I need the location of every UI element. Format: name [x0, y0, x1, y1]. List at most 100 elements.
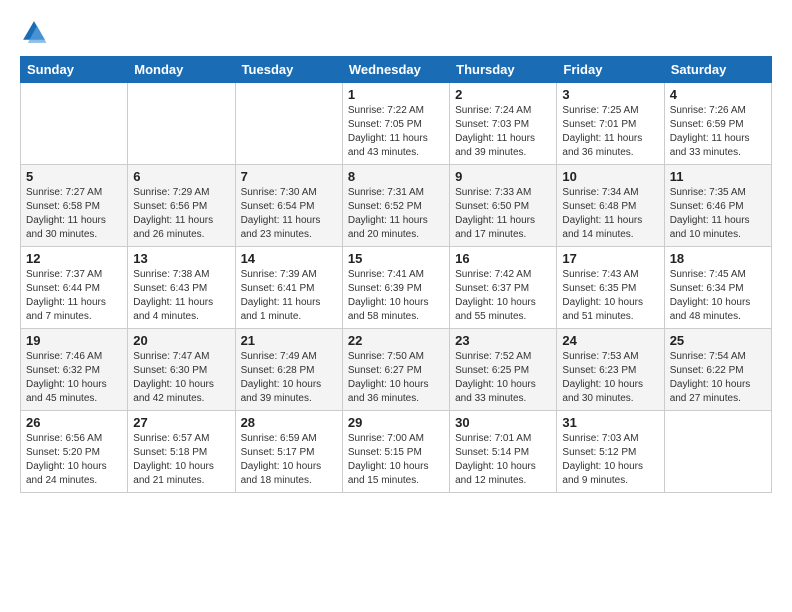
day-cell: 6Sunrise: 7:29 AM Sunset: 6:56 PM Daylig… — [128, 165, 235, 247]
day-info: Sunrise: 7:31 AM Sunset: 6:52 PM Dayligh… — [348, 186, 444, 242]
day-info: Sunrise: 7:53 AM Sunset: 6:23 PM Dayligh… — [562, 350, 658, 406]
day-info: Sunrise: 7:46 AM Sunset: 6:32 PM Dayligh… — [26, 350, 122, 406]
day-number: 2 — [455, 87, 551, 102]
week-row-1: 1 Sunrise: 7:22 AM Sunset: 7:05 PM Daylig… — [21, 83, 772, 165]
day-cell: 26 Sunrise: 6:56 AM Sunset: 5:20 PM Dayli… — [21, 411, 128, 493]
day-cell — [21, 83, 128, 165]
day-number: 25 — [670, 333, 766, 348]
day-info: Sunrise: 7:52 AM Sunset: 6:25 PM Dayligh… — [455, 350, 551, 406]
day-number: 23 — [455, 333, 551, 348]
day-info: Sunrise: 7:54 AM Sunset: 6:22 PM Dayligh… — [670, 350, 766, 406]
calendar-table: SundayMondayTuesdayWednesdayThursdayFrid… — [20, 56, 772, 493]
day-cell: 11 Sunrise: 7:35 AM Sunset: 6:46 PM Dayli… — [664, 165, 771, 247]
day-cell: 25 Sunrise: 7:54 AM Sunset: 6:22 PM Dayli… — [664, 329, 771, 411]
day-number: 18 — [670, 251, 766, 266]
day-info: Sunrise: 7:27 AM Sunset: 6:58 PM Dayligh… — [26, 186, 122, 242]
weekday-header-wednesday: Wednesday — [342, 57, 449, 83]
day-number: 3 — [562, 87, 658, 102]
day-number: 6 — [133, 169, 229, 184]
day-number: 30 — [455, 415, 551, 430]
day-cell: 29 Sunrise: 7:00 AM Sunset: 5:15 PM Dayli… — [342, 411, 449, 493]
day-cell: 2 Sunrise: 7:24 AM Sunset: 7:03 PM Daylig… — [450, 83, 557, 165]
weekday-header-sunday: Sunday — [21, 57, 128, 83]
day-cell: 8 Sunrise: 7:31 AM Sunset: 6:52 PM Daylig… — [342, 165, 449, 247]
day-number: 13 — [133, 251, 229, 266]
day-cell — [664, 411, 771, 493]
day-cell: 12Sunrise: 7:37 AM Sunset: 6:44 PM Dayli… — [21, 247, 128, 329]
day-number: 14 — [241, 251, 337, 266]
day-info: Sunrise: 6:56 AM Sunset: 5:20 PM Dayligh… — [26, 432, 122, 488]
day-info: Sunrise: 7:30 AM Sunset: 6:54 PM Dayligh… — [241, 186, 337, 242]
day-info: Sunrise: 7:22 AM Sunset: 7:05 PM Dayligh… — [348, 104, 444, 160]
day-number: 24 — [562, 333, 658, 348]
day-cell: 7 Sunrise: 7:30 AM Sunset: 6:54 PM Daylig… — [235, 165, 342, 247]
day-info: Sunrise: 7:47 AM Sunset: 6:30 PM Dayligh… — [133, 350, 229, 406]
day-info: Sunrise: 7:33 AM Sunset: 6:50 PM Dayligh… — [455, 186, 551, 242]
day-number: 11 — [670, 169, 766, 184]
weekday-header-monday: Monday — [128, 57, 235, 83]
day-number: 29 — [348, 415, 444, 430]
day-cell: 14 Sunrise: 7:39 AM Sunset: 6:41 PM Dayli… — [235, 247, 342, 329]
day-info: Sunrise: 7:35 AM Sunset: 6:46 PM Dayligh… — [670, 186, 766, 242]
day-number: 1 — [348, 87, 444, 102]
day-number: 5 — [26, 169, 122, 184]
day-cell: 20 Sunrise: 7:47 AM Sunset: 6:30 PM Dayli… — [128, 329, 235, 411]
day-cell: 21 Sunrise: 7:49 AM Sunset: 6:28 PM Dayli… — [235, 329, 342, 411]
day-info: Sunrise: 7:34 AM Sunset: 6:48 PM Dayligh… — [562, 186, 658, 242]
day-info: Sunrise: 6:59 AM Sunset: 5:17 PM Dayligh… — [241, 432, 337, 488]
weekday-header-saturday: Saturday — [664, 57, 771, 83]
day-cell: 5 Sunrise: 7:27 AM Sunset: 6:58 PM Daylig… — [21, 165, 128, 247]
day-info: Sunrise: 6:57 AM Sunset: 5:18 PM Dayligh… — [133, 432, 229, 488]
day-number: 7 — [241, 169, 337, 184]
day-info: Sunrise: 7:01 AM Sunset: 5:14 PM Dayligh… — [455, 432, 551, 488]
day-number: 28 — [241, 415, 337, 430]
day-number: 4 — [670, 87, 766, 102]
day-info: Sunrise: 7:43 AM Sunset: 6:35 PM Dayligh… — [562, 268, 658, 324]
day-cell: 28 Sunrise: 6:59 AM Sunset: 5:17 PM Dayli… — [235, 411, 342, 493]
day-info: Sunrise: 7:24 AM Sunset: 7:03 PM Dayligh… — [455, 104, 551, 160]
header — [20, 18, 772, 46]
day-info: Sunrise: 7:25 AM Sunset: 7:01 PM Dayligh… — [562, 104, 658, 160]
day-info: Sunrise: 7:26 AM Sunset: 6:59 PM Dayligh… — [670, 104, 766, 160]
day-number: 21 — [241, 333, 337, 348]
day-number: 20 — [133, 333, 229, 348]
day-number: 10 — [562, 169, 658, 184]
day-cell: 19Sunrise: 7:46 AM Sunset: 6:32 PM Dayli… — [21, 329, 128, 411]
day-number: 17 — [562, 251, 658, 266]
weekday-header-tuesday: Tuesday — [235, 57, 342, 83]
day-info: Sunrise: 7:37 AM Sunset: 6:44 PM Dayligh… — [26, 268, 122, 324]
day-number: 31 — [562, 415, 658, 430]
day-number: 22 — [348, 333, 444, 348]
week-row-5: 26 Sunrise: 6:56 AM Sunset: 5:20 PM Dayli… — [21, 411, 772, 493]
day-cell: 13 Sunrise: 7:38 AM Sunset: 6:43 PM Dayli… — [128, 247, 235, 329]
day-info: Sunrise: 7:45 AM Sunset: 6:34 PM Dayligh… — [670, 268, 766, 324]
week-row-2: 5 Sunrise: 7:27 AM Sunset: 6:58 PM Daylig… — [21, 165, 772, 247]
day-cell: 30 Sunrise: 7:01 AM Sunset: 5:14 PM Dayli… — [450, 411, 557, 493]
day-number: 16 — [455, 251, 551, 266]
day-cell: 16 Sunrise: 7:42 AM Sunset: 6:37 PM Dayli… — [450, 247, 557, 329]
day-info: Sunrise: 7:41 AM Sunset: 6:39 PM Dayligh… — [348, 268, 444, 324]
day-info: Sunrise: 7:00 AM Sunset: 5:15 PM Dayligh… — [348, 432, 444, 488]
day-cell: 17 Sunrise: 7:43 AM Sunset: 6:35 PM Dayli… — [557, 247, 664, 329]
day-cell: 23 Sunrise: 7:52 AM Sunset: 6:25 PM Dayli… — [450, 329, 557, 411]
day-cell — [235, 83, 342, 165]
day-info: Sunrise: 7:50 AM Sunset: 6:27 PM Dayligh… — [348, 350, 444, 406]
day-info: Sunrise: 7:42 AM Sunset: 6:37 PM Dayligh… — [455, 268, 551, 324]
day-cell: 9Sunrise: 7:33 AM Sunset: 6:50 PM Daylig… — [450, 165, 557, 247]
day-number: 8 — [348, 169, 444, 184]
weekday-header-row: SundayMondayTuesdayWednesdayThursdayFrid… — [21, 57, 772, 83]
day-info: Sunrise: 7:38 AM Sunset: 6:43 PM Dayligh… — [133, 268, 229, 324]
weekday-header-friday: Friday — [557, 57, 664, 83]
weekday-header-thursday: Thursday — [450, 57, 557, 83]
day-cell — [128, 83, 235, 165]
day-info: Sunrise: 7:39 AM Sunset: 6:41 PM Dayligh… — [241, 268, 337, 324]
week-row-3: 12Sunrise: 7:37 AM Sunset: 6:44 PM Dayli… — [21, 247, 772, 329]
day-cell: 27Sunrise: 6:57 AM Sunset: 5:18 PM Dayli… — [128, 411, 235, 493]
day-cell: 31 Sunrise: 7:03 AM Sunset: 5:12 PM Dayli… — [557, 411, 664, 493]
day-info: Sunrise: 7:49 AM Sunset: 6:28 PM Dayligh… — [241, 350, 337, 406]
day-cell: 15Sunrise: 7:41 AM Sunset: 6:39 PM Dayli… — [342, 247, 449, 329]
day-cell: 18 Sunrise: 7:45 AM Sunset: 6:34 PM Dayli… — [664, 247, 771, 329]
day-info: Sunrise: 7:03 AM Sunset: 5:12 PM Dayligh… — [562, 432, 658, 488]
day-cell: 10 Sunrise: 7:34 AM Sunset: 6:48 PM Dayli… — [557, 165, 664, 247]
day-number: 26 — [26, 415, 122, 430]
